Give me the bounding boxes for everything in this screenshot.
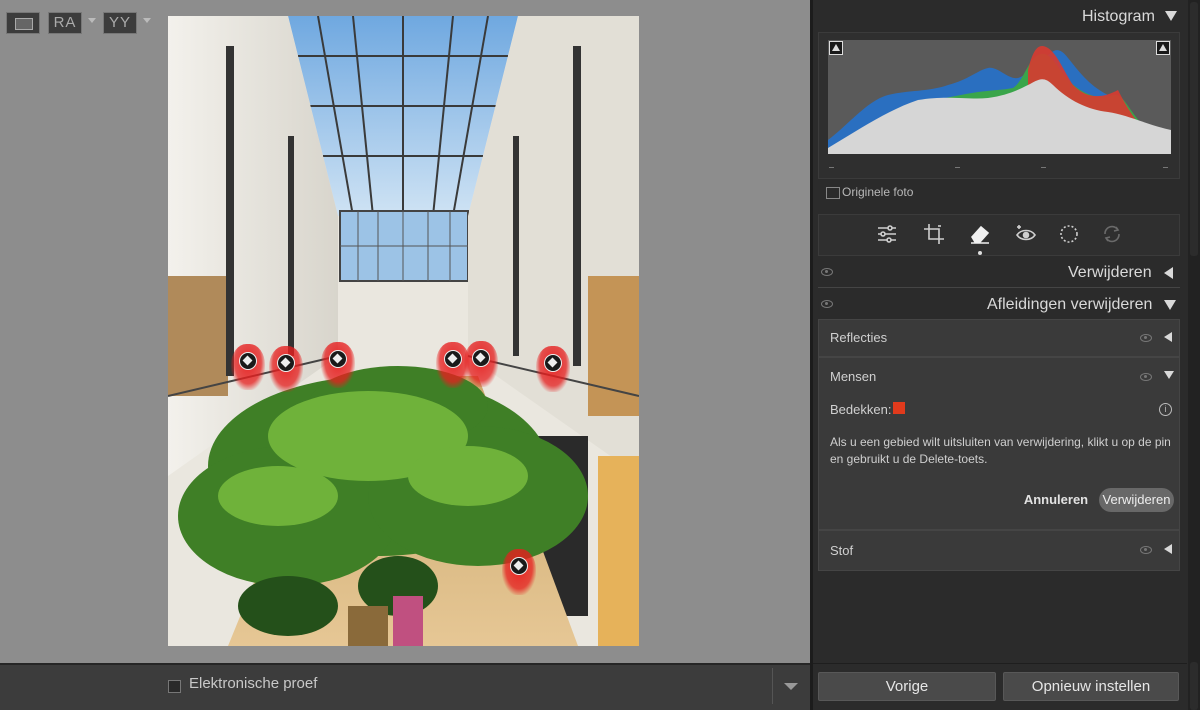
histogram-graph[interactable]	[828, 40, 1171, 154]
eye-icon[interactable]	[1140, 546, 1152, 554]
help-text: Als u een gebied wilt uitsluiten van ver…	[830, 435, 1171, 466]
bottom-toolbar	[0, 663, 810, 710]
eye-icon[interactable]	[821, 300, 833, 308]
collapse-down-icon[interactable]	[1165, 11, 1177, 21]
remove-pin[interactable]	[464, 341, 498, 387]
distractions-section-title[interactable]: Afleidingen verwijderen	[987, 296, 1152, 314]
footer-divider	[813, 663, 1187, 664]
active-tool-indicator	[978, 251, 982, 255]
expand-left-icon[interactable]	[1164, 544, 1172, 554]
eye-icon[interactable]	[821, 268, 833, 276]
reset-button[interactable]: Opnieuw instellen	[1003, 672, 1179, 701]
eye-icon[interactable]	[1140, 373, 1152, 381]
reflections-label: Reflecties	[830, 330, 888, 345]
previous-button[interactable]: Vorige	[818, 672, 996, 701]
collapse-down-icon[interactable]	[1164, 371, 1174, 379]
mall-atrium-illustration	[168, 16, 639, 646]
swap-dropdown-icon[interactable]	[143, 18, 151, 23]
scrollbar-thumb[interactable]	[1190, 662, 1198, 710]
remove-pin[interactable]	[231, 344, 265, 390]
tool-strip	[818, 214, 1180, 256]
histogram-tick	[1041, 167, 1046, 168]
dust-row[interactable]	[818, 530, 1180, 571]
shadow-clipping-toggle[interactable]	[829, 41, 843, 55]
section-divider	[818, 287, 1180, 288]
original-photo-label: Originele foto	[842, 185, 914, 199]
toolbar-options-icon[interactable]	[784, 683, 798, 690]
cancel-button[interactable]: Annuleren	[1020, 488, 1092, 512]
histogram-title[interactable]: Histogram	[1082, 8, 1155, 26]
before-after-swap-button[interactable]: YY	[103, 12, 137, 34]
expand-left-icon[interactable]	[1164, 332, 1172, 342]
cover-label: Bedekken:	[830, 402, 892, 417]
before-after-dropdown-icon[interactable]	[88, 18, 96, 23]
presets-icon[interactable]	[1100, 222, 1124, 246]
histogram-tick	[1163, 167, 1168, 168]
image-canvas[interactable]	[0, 0, 810, 663]
red-eye-icon[interactable]	[1014, 222, 1038, 246]
dust-label: Stof	[830, 543, 854, 558]
histogram-tick	[829, 167, 834, 168]
histogram-tick	[955, 167, 960, 168]
soft-proof-label: Elektronische proef	[189, 675, 318, 692]
remove-pin[interactable]	[321, 342, 355, 388]
cover-color-swatch[interactable]	[893, 402, 905, 414]
masking-icon[interactable]	[1057, 222, 1081, 246]
loupe-view-button[interactable]	[6, 12, 40, 34]
info-icon[interactable]: i	[1159, 403, 1172, 416]
eye-icon[interactable]	[1140, 334, 1152, 342]
people-label[interactable]: Mensen	[830, 369, 876, 384]
before-after-view-button[interactable]: RA	[48, 12, 82, 34]
collapse-down-icon[interactable]	[1164, 300, 1176, 310]
eraser-icon[interactable]	[968, 222, 992, 246]
expand-left-icon[interactable]	[1164, 267, 1173, 279]
crop-icon[interactable]	[922, 222, 946, 246]
sliders-icon[interactable]	[875, 222, 899, 246]
original-photo-checkbox[interactable]	[826, 187, 840, 199]
remove-pin[interactable]	[502, 549, 536, 595]
highlight-clipping-toggle[interactable]	[1156, 41, 1170, 55]
remove-button[interactable]: Verwijderen	[1099, 488, 1174, 512]
scrollbar-thumb[interactable]	[1190, 2, 1198, 256]
remove-pin[interactable]	[269, 346, 303, 392]
soft-proof-checkbox[interactable]	[168, 680, 181, 693]
photo-preview[interactable]	[168, 16, 639, 646]
toolbar-divider	[772, 668, 773, 704]
remove-section-title[interactable]: Verwijderen	[1068, 264, 1152, 282]
remove-pin[interactable]	[536, 346, 570, 392]
